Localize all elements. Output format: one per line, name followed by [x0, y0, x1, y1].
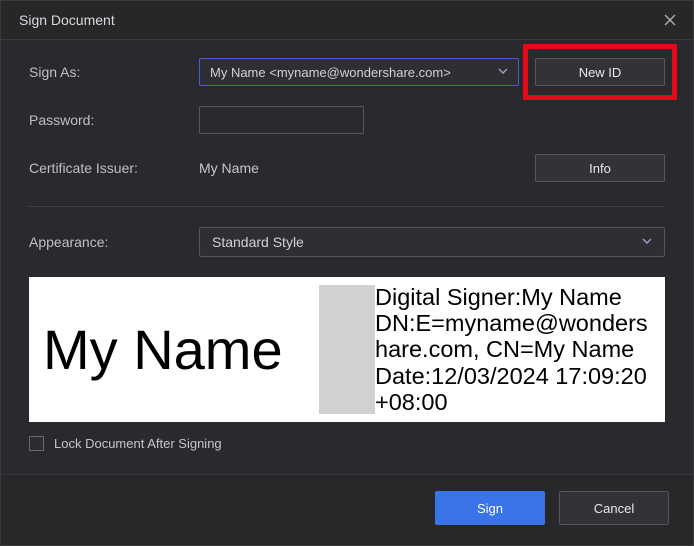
close-icon[interactable]: [661, 11, 679, 29]
appearance-label: Appearance:: [29, 234, 199, 250]
sign-as-row: Sign As: My Name <myname@wondershare.com…: [29, 58, 665, 86]
titlebar: Sign Document: [1, 1, 693, 40]
signature-preview: My Name Digital Signer:My Name DN:E=myna…: [29, 277, 665, 422]
chevron-down-icon: [498, 66, 508, 78]
sign-document-dialog: Sign Document Sign As: My Name <myname@w…: [0, 0, 694, 546]
appearance-value: Standard Style: [212, 234, 304, 250]
preview-line-date: Date:12/03/2024 17:09:20 +08:00: [375, 363, 655, 416]
sign-as-value: My Name <myname@wondershare.com>: [210, 65, 451, 80]
lock-checkbox-label: Lock Document After Signing: [54, 436, 222, 451]
cert-issuer-label: Certificate Issuer:: [29, 160, 199, 176]
preview-name: My Name: [43, 317, 283, 382]
preview-line-signer: Digital Signer:My Name: [375, 284, 655, 310]
info-button[interactable]: Info: [535, 154, 665, 182]
cancel-button[interactable]: Cancel: [559, 491, 669, 525]
preview-graphic-block: [319, 285, 375, 414]
divider: [29, 206, 665, 207]
preview-line-dn: DN:E=myname@wondershare.com, CN=My Name: [375, 310, 655, 363]
cert-issuer-value: My Name: [199, 160, 521, 176]
chevron-down-icon: [642, 236, 652, 248]
sign-as-select[interactable]: My Name <myname@wondershare.com>: [199, 58, 519, 86]
sign-as-label: Sign As:: [29, 64, 199, 80]
new-id-button[interactable]: New ID: [535, 58, 665, 86]
lock-checkbox[interactable]: [29, 436, 44, 451]
dialog-title: Sign Document: [19, 12, 115, 28]
password-label: Password:: [29, 112, 199, 128]
preview-details: Digital Signer:My Name DN:E=myname@wonde…: [349, 278, 665, 422]
password-row: Password:: [29, 106, 665, 134]
password-input[interactable]: [199, 106, 364, 134]
appearance-row: Appearance: Standard Style: [29, 227, 665, 257]
lock-checkbox-row[interactable]: Lock Document After Signing: [29, 436, 665, 451]
dialog-body: Sign As: My Name <myname@wondershare.com…: [1, 40, 693, 474]
appearance-select[interactable]: Standard Style: [199, 227, 665, 257]
sign-button[interactable]: Sign: [435, 491, 545, 525]
dialog-footer: Sign Cancel: [1, 474, 693, 545]
cert-issuer-row: Certificate Issuer: My Name Info: [29, 154, 665, 182]
